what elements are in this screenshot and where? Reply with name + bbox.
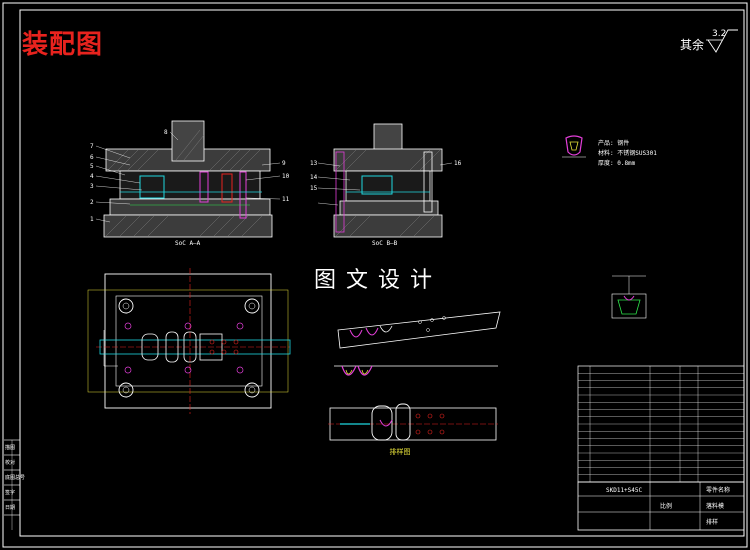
detail-view (611, 275, 647, 319)
strip-row-2: 底图总号 (5, 474, 25, 481)
parts-list-table (577, 365, 745, 483)
balloon-3: 3 (90, 183, 94, 190)
left-strip-labels: 描图 校对 底图总号 签字 日期 (5, 444, 25, 511)
title-sheet-label: 排样 (706, 518, 718, 526)
strip-row-1: 校对 (5, 459, 15, 466)
balloon-10: 10 (282, 173, 290, 180)
balloon-8: 8 (164, 129, 168, 136)
note-material: 材料: 不锈钢SUS301 (598, 149, 657, 157)
part-notes: 产品: 钢件 材料: 不锈钢SUS301 厚度: 0.8mm (562, 135, 657, 167)
balloon-11: 11 (282, 196, 290, 203)
strip-perspective (337, 311, 501, 349)
balloon-9: 9 (282, 160, 286, 167)
side-section-view (317, 123, 453, 238)
watermark-text: 图文设计 (314, 268, 443, 293)
drawing-title: 装配图 (22, 30, 104, 60)
side-section-label: SoC B—B (372, 240, 398, 247)
strip-side-view (334, 365, 498, 376)
balloon-15: 15 (310, 185, 318, 192)
strip-layout-label: 排样图 (390, 447, 411, 456)
strip-row-3: 签字 (5, 489, 15, 496)
title-scale-label: 比例 (660, 502, 672, 510)
strip-row-4: 日期 (5, 505, 15, 511)
strip-layout: 排样图 (328, 403, 498, 456)
balloon-6: 6 (90, 154, 94, 161)
note-product: 产品: 钢件 (598, 139, 629, 147)
front-section-label: SoC A—A (175, 240, 201, 247)
note-thickness: 厚度: 0.8mm (598, 159, 636, 167)
title-part-code: SKD11+S45C (606, 487, 643, 494)
front-section-view (95, 120, 281, 238)
balloon-2: 2 (90, 199, 94, 206)
balloon-13: 13 (310, 160, 318, 167)
balloon-16: 16 (454, 160, 462, 167)
roughness-label: 其余 (680, 38, 705, 52)
balloon-5: 5 (90, 163, 94, 170)
plan-view (87, 268, 291, 414)
strip-row-0: 描图 (5, 444, 15, 451)
title-block: SKD11+S45C 零件名称 落料模 排样 比例 (577, 481, 745, 531)
roughness-value: 3.2 (712, 29, 727, 39)
balloon-1: 1 (90, 216, 94, 223)
balloon-7: 7 (90, 143, 94, 150)
balloon-4: 4 (90, 173, 94, 180)
left-binding-strip (4, 439, 20, 530)
title-drawing-name: 落料模 (706, 502, 724, 510)
title-designer-label: 零件名称 (706, 486, 730, 494)
balloon-14: 14 (310, 174, 318, 181)
